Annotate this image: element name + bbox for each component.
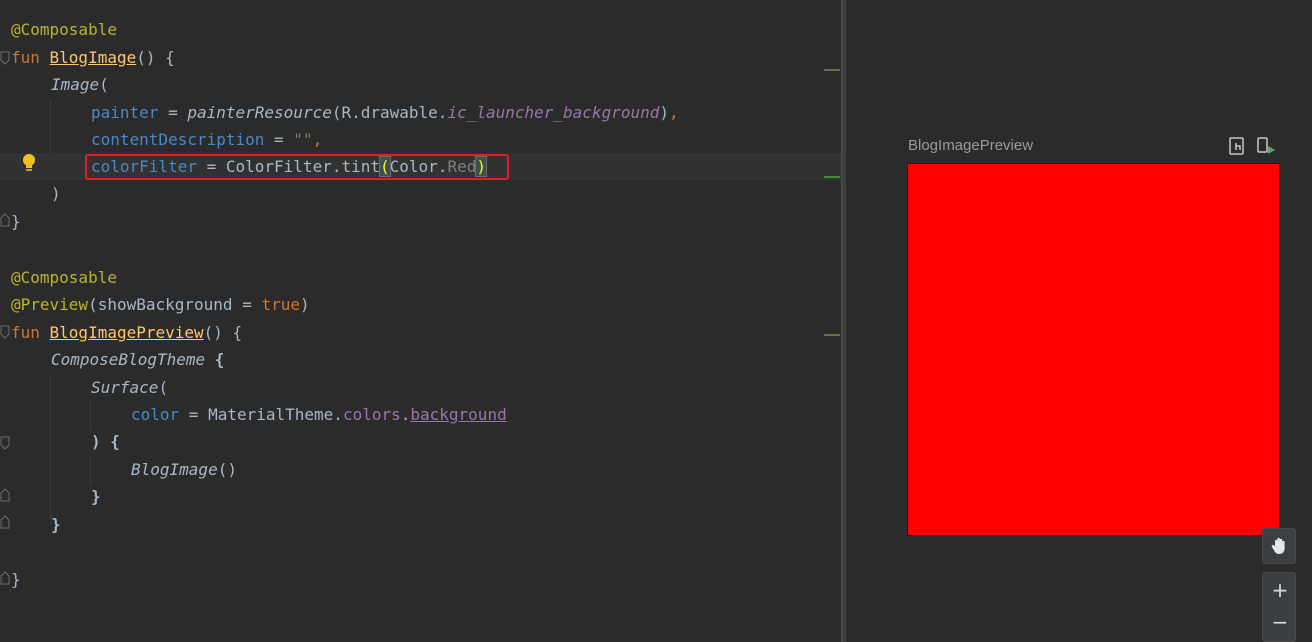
code-text: (showBackground = [88,295,262,314]
code-line[interactable]: color = MaterialTheme.colors.background [131,401,507,428]
code-text: (R.drawable. [331,103,448,122]
function-name: BlogImage [49,48,137,67]
code-line[interactable]: ComposeBlogTheme { [51,346,224,373]
code-text: . [400,405,411,424]
string-literal: "" [293,130,313,149]
function-call: ComposeBlogTheme [51,350,206,369]
code-editor[interactable]: @Composable fun BlogImage() { Image( pai… [0,0,841,642]
code-text: } [11,570,21,589]
fold-icon[interactable] [0,571,10,585]
scroll-marker[interactable] [824,176,840,178]
code-line[interactable]: Image( [51,71,109,98]
keyword: fun [11,323,50,342]
pan-panel [1262,528,1296,564]
code-text: () [217,460,237,479]
code-text: = [158,103,188,122]
lightbulb-icon[interactable] [20,153,38,173]
code-line[interactable]: } [11,208,21,235]
param-name: painter [91,103,159,122]
indent-guide [50,374,51,524]
scroll-marker[interactable] [824,69,840,71]
code-line[interactable]: @Composable [11,264,117,291]
keyword: fun [11,48,50,67]
fold-icon[interactable] [0,213,10,227]
function-call: Image [51,75,100,94]
field-ref: ic_launcher_background [447,103,660,122]
annotation: @Composable [11,268,117,287]
zoom-in-button[interactable]: + [1263,574,1297,606]
code-text: } [11,212,21,231]
zoom-out-button[interactable]: − [1263,606,1297,638]
code-text: MaterialTheme. [208,405,343,424]
code-line[interactable]: @Composable [11,16,117,43]
code-text: ) [659,103,669,122]
comma: , [312,130,323,149]
param-name: color [131,405,180,424]
function-call: painterResource [187,103,332,122]
param-name: contentDescription [91,130,265,149]
code-text: } [51,515,61,534]
fold-icon[interactable] [0,325,10,339]
comma: , [669,103,679,122]
fold-icon[interactable] [0,51,10,65]
preview-title: BlogImagePreview [908,137,1034,154]
code-text: = [179,405,209,424]
code-text: { [205,350,225,369]
fold-icon[interactable] [0,515,10,529]
deploy-to-device-icon[interactable] [1256,137,1276,155]
annotation: @Composable [11,20,117,39]
code-line[interactable]: fun BlogImage() { [11,44,175,71]
function-call: Surface [91,378,159,397]
function-call: BlogImage [131,460,218,479]
scroll-marker[interactable] [824,334,840,336]
code-text: ) { [91,432,120,451]
code-text: } [91,487,101,506]
code-line[interactable]: } [51,511,61,538]
code-line[interactable]: @Preview(showBackground = true) [11,291,310,318]
code-line[interactable]: fun BlogImagePreview() { [11,319,242,346]
code-text: = [264,130,294,149]
code-line[interactable]: } [91,483,101,510]
indent-guide [90,455,91,485]
code-text: () { [203,323,243,342]
code-line[interactable]: painter = painterResource(R.drawable.ic_… [91,99,679,126]
indent-guide [90,400,91,430]
code-text: () { [136,48,175,67]
compose-preview-panel: BlogImagePreview + − [846,0,1312,642]
preview-render [907,163,1280,536]
code-line[interactable]: ) [51,180,61,207]
interactive-mode-icon[interactable] [1228,137,1246,155]
annotation: @Preview [11,295,89,314]
hand-icon[interactable] [1263,530,1297,562]
code-line[interactable]: Surface( [91,374,168,401]
keyword: true [261,295,300,314]
code-text: ) [51,184,61,203]
code-text: ( [99,75,109,94]
code-line[interactable]: BlogImage() [131,456,237,483]
code-text: ( [158,378,169,397]
code-text: ) [299,295,310,314]
field-ref: colors [342,405,401,424]
code-line[interactable]: contentDescription = "", [91,126,322,153]
fold-icon[interactable] [0,488,10,502]
zoom-panel: + − [1262,572,1296,642]
code-line[interactable]: ) { [91,428,120,455]
fold-icon[interactable] [0,436,10,450]
field-ref: background [410,405,507,424]
highlight-box [85,154,509,180]
function-name: BlogImagePreview [49,323,204,342]
code-line[interactable]: } [11,566,21,593]
